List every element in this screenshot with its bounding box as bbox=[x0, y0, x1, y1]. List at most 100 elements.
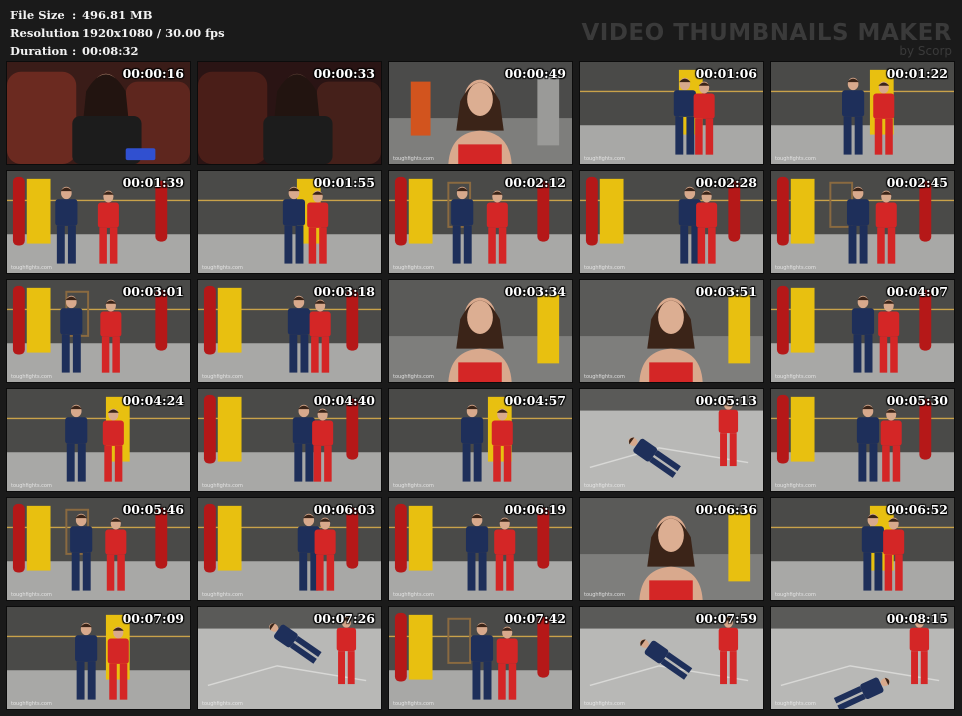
brand-title: VIDEO THUMBNAILS MAKER bbox=[581, 20, 952, 46]
thumbnail-timestamp: 00:04:24 bbox=[122, 393, 184, 408]
thumbnail-timestamp: 00:07:26 bbox=[313, 611, 375, 626]
file-size-value: 496.81 MB bbox=[82, 8, 153, 22]
thumbnail-timestamp: 00:05:30 bbox=[886, 393, 948, 408]
video-thumbnail: 00:00:49 toughfights.com bbox=[388, 61, 573, 165]
thumbnail-watermark: toughfights.com bbox=[202, 265, 243, 271]
resolution-label: Resolution bbox=[10, 26, 80, 40]
thumbnail-watermark: toughfights.com bbox=[393, 483, 434, 489]
thumbnail-watermark: toughfights.com bbox=[584, 156, 625, 162]
video-thumbnail: 00:04:24 toughfights.com bbox=[6, 388, 191, 492]
resolution-separator: : bbox=[72, 26, 77, 40]
video-thumbnail: 00:01:06 toughfights.com bbox=[579, 61, 764, 165]
video-thumbnail: 00:02:28 toughfights.com bbox=[579, 170, 764, 274]
thumbnail-watermark: toughfights.com bbox=[775, 701, 816, 707]
video-thumbnail: 00:03:01 toughfights.com bbox=[6, 279, 191, 383]
thumbnail-timestamp: 00:06:03 bbox=[313, 502, 375, 517]
thumbnail-timestamp: 00:01:06 bbox=[695, 66, 757, 81]
video-thumbnail: 00:07:59 toughfights.com bbox=[579, 606, 764, 710]
file-size-separator: : bbox=[72, 8, 77, 22]
thumbnail-watermark: toughfights.com bbox=[202, 374, 243, 380]
thumbnail-timestamp: 00:00:33 bbox=[313, 66, 375, 81]
resolution-row: Resolution : 1920x1080 / 30.00 fps bbox=[10, 24, 225, 42]
video-thumbnail: 00:07:26 toughfights.com bbox=[197, 606, 382, 710]
brand-logo: VIDEO THUMBNAILS MAKER by Scorp bbox=[581, 20, 952, 58]
video-thumbnail: 00:01:55 toughfights.com bbox=[197, 170, 382, 274]
file-size-label: File Size bbox=[10, 8, 65, 22]
duration-value: 00:08:32 bbox=[82, 44, 139, 58]
video-thumbnail: 00:07:09 toughfights.com bbox=[6, 606, 191, 710]
thumbnail-watermark: toughfights.com bbox=[775, 374, 816, 380]
thumbnail-watermark: toughfights.com bbox=[775, 592, 816, 598]
thumbnail-watermark: toughfights.com bbox=[775, 265, 816, 271]
resolution-value: 1920x1080 / 30.00 fps bbox=[82, 26, 225, 40]
video-thumbnail: 00:05:13 toughfights.com bbox=[579, 388, 764, 492]
thumbnail-watermark: toughfights.com bbox=[393, 374, 434, 380]
video-thumbnail: 00:05:46 toughfights.com bbox=[6, 497, 191, 601]
video-thumbnail: 00:07:42 toughfights.com bbox=[388, 606, 573, 710]
thumbnail-timestamp: 00:02:45 bbox=[886, 175, 948, 190]
video-thumbnail: 00:04:07 toughfights.com bbox=[770, 279, 955, 383]
video-thumbnail: 00:08:15 toughfights.com bbox=[770, 606, 955, 710]
thumbnail-watermark: toughfights.com bbox=[11, 265, 52, 271]
thumbnail-timestamp: 00:00:49 bbox=[504, 66, 566, 81]
thumbnail-timestamp: 00:05:13 bbox=[695, 393, 757, 408]
thumbnail-timestamp: 00:01:55 bbox=[313, 175, 375, 190]
thumbnail-timestamp: 00:03:01 bbox=[122, 284, 184, 299]
thumbnail-watermark: toughfights.com bbox=[393, 156, 434, 162]
video-thumbnail: 00:00:16 bbox=[6, 61, 191, 165]
thumbnail-timestamp: 00:01:39 bbox=[122, 175, 184, 190]
thumbnail-timestamp: 00:03:34 bbox=[504, 284, 566, 299]
thumbnail-watermark: toughfights.com bbox=[11, 701, 52, 707]
thumbnail-watermark: toughfights.com bbox=[202, 592, 243, 598]
thumbnail-watermark: toughfights.com bbox=[584, 374, 625, 380]
thumbnail-timestamp: 00:06:52 bbox=[886, 502, 948, 517]
thumbnail-timestamp: 00:06:19 bbox=[504, 502, 566, 517]
video-thumbnail: 00:01:39 toughfights.com bbox=[6, 170, 191, 274]
thumbnail-watermark: toughfights.com bbox=[775, 483, 816, 489]
thumbnail-timestamp: 00:04:40 bbox=[313, 393, 375, 408]
thumbnail-timestamp: 00:02:28 bbox=[695, 175, 757, 190]
thumbnail-watermark: toughfights.com bbox=[11, 592, 52, 598]
thumbnail-watermark: toughfights.com bbox=[584, 592, 625, 598]
thumbnail-timestamp: 00:06:36 bbox=[695, 502, 757, 517]
thumbnail-timestamp: 00:04:07 bbox=[886, 284, 948, 299]
thumbnail-watermark: toughfights.com bbox=[202, 701, 243, 707]
file-size-row: File Size : 496.81 MB bbox=[10, 6, 225, 24]
thumbnail-watermark: toughfights.com bbox=[775, 156, 816, 162]
video-thumbnail: 00:01:22 toughfights.com bbox=[770, 61, 955, 165]
thumbnail-watermark: toughfights.com bbox=[584, 483, 625, 489]
video-thumbnail: 00:03:51 toughfights.com bbox=[579, 279, 764, 383]
thumbnail-timestamp: 00:03:51 bbox=[695, 284, 757, 299]
thumbnail-timestamp: 00:05:46 bbox=[122, 502, 184, 517]
video-thumbnail: 00:06:36 toughfights.com bbox=[579, 497, 764, 601]
thumbnail-timestamp: 00:07:42 bbox=[504, 611, 566, 626]
thumbnail-timestamp: 00:01:22 bbox=[886, 66, 948, 81]
video-thumbnail: 00:04:40 toughfights.com bbox=[197, 388, 382, 492]
video-thumbnail: 00:03:34 toughfights.com bbox=[388, 279, 573, 383]
thumbnail-timestamp: 00:04:57 bbox=[504, 393, 566, 408]
thumbnail-watermark: toughfights.com bbox=[393, 592, 434, 598]
thumbnail-timestamp: 00:08:15 bbox=[886, 611, 948, 626]
thumbnail-watermark: toughfights.com bbox=[584, 701, 625, 707]
thumbnail-watermark: toughfights.com bbox=[393, 701, 434, 707]
thumbnail-watermark: toughfights.com bbox=[11, 483, 52, 489]
video-thumbnail: 00:05:30 toughfights.com bbox=[770, 388, 955, 492]
thumbnail-timestamp: 00:07:59 bbox=[695, 611, 757, 626]
video-thumbnail: 00:06:52 toughfights.com bbox=[770, 497, 955, 601]
thumbnail-timestamp: 00:03:18 bbox=[313, 284, 375, 299]
brand-subtitle: by Scorp bbox=[899, 44, 952, 58]
duration-label: Duration bbox=[10, 44, 68, 58]
file-info-panel: File Size : 496.81 MB Resolution : 1920x… bbox=[10, 6, 225, 60]
thumbnail-timestamp: 00:07:09 bbox=[122, 611, 184, 626]
thumbnail-timestamp: 00:00:16 bbox=[122, 66, 184, 81]
thumbnail-grid: 00:00:16 00:00:33 00:00:49 toughfights.com 0… bbox=[6, 61, 955, 710]
video-thumbnail: 00:06:19 toughfights.com bbox=[388, 497, 573, 601]
thumbnail-watermark: toughfights.com bbox=[11, 374, 52, 380]
thumbnail-watermark: toughfights.com bbox=[202, 483, 243, 489]
thumbnail-timestamp: 00:02:12 bbox=[504, 175, 566, 190]
video-thumbnail: 00:00:33 bbox=[197, 61, 382, 165]
video-thumbnail: 00:06:03 toughfights.com bbox=[197, 497, 382, 601]
video-thumbnail: 00:02:12 toughfights.com bbox=[388, 170, 573, 274]
duration-row: Duration : 00:08:32 bbox=[10, 42, 225, 60]
video-thumbnail: 00:04:57 toughfights.com bbox=[388, 388, 573, 492]
